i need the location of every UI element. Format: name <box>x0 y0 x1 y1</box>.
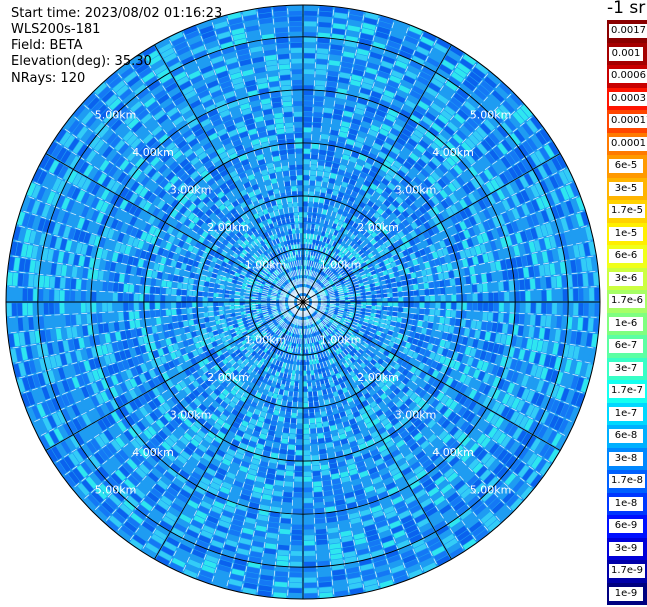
colorbar-label: 0.0017 <box>609 24 647 38</box>
station-text: WLS200s-181 <box>11 22 101 37</box>
colorbar-segment: 1e-6 <box>607 312 647 335</box>
colorbar-segment: 1.7e-8 <box>607 470 647 493</box>
colorbar-label: 1.7e-6 <box>609 294 646 308</box>
colorbar-label: 1e-8 <box>609 496 643 511</box>
colorbar-label: 3e-8 <box>609 451 643 466</box>
colorbar-segment: 1e-7 <box>607 402 647 425</box>
colorbar-label: 0.00017 <box>609 114 647 128</box>
field-text: Field: BETA <box>11 38 83 53</box>
range-label: 5.00km <box>470 484 512 497</box>
colorbar-segment: 6e-5 <box>607 155 647 178</box>
range-label: 3.00km <box>395 184 437 197</box>
colorbar-segment: 0.0017 <box>607 20 647 43</box>
range-label: 4.00km <box>432 446 474 459</box>
range-label: 2.00km <box>207 371 249 384</box>
range-label: 3.00km <box>170 409 212 422</box>
colorbar-label: 1.7e-5 <box>609 204 646 218</box>
colorbar-segment: 1.7e-6 <box>607 290 647 313</box>
colorbar-segment: 3e-7 <box>607 357 647 380</box>
colorbar-label: 1e-9 <box>609 586 643 601</box>
colorbar-label: 0.001 <box>609 46 643 61</box>
range-label: 2.00km <box>207 221 249 234</box>
colorbar-segment: 0.0006 <box>607 65 647 88</box>
colorbar-segment: 0.00017 <box>607 110 647 133</box>
colorbar-segment: 1.7e-9 <box>607 560 647 583</box>
colorbar-segment: 3e-8 <box>607 447 647 470</box>
start-time-text: Start time: 2023/08/02 01:16:23 <box>11 6 223 21</box>
colorbar-segment: 6e-6 <box>607 245 647 268</box>
colorbar-label: 1.7e-9 <box>609 564 646 578</box>
colorbar-label: 3e-9 <box>609 541 643 556</box>
colorbar-label: 0.0006 <box>609 69 647 83</box>
nrays-text: NRays: 120 <box>11 71 86 86</box>
colorbar-segment: 0.0003 <box>607 87 647 110</box>
colorbar-label: 6e-5 <box>609 159 643 173</box>
range-label: 5.00km <box>95 109 137 122</box>
colorbar-segment: 1e-8 <box>607 492 647 515</box>
range-label: 1.00km <box>245 334 287 347</box>
elevation-text: Elevation(deg): 35.30 <box>11 54 152 69</box>
colorbar-segment: 6e-8 <box>607 425 647 448</box>
range-label: 3.00km <box>395 409 437 422</box>
colorbar-label: 0.0001 <box>609 136 647 151</box>
colorbar-label: 3e-5 <box>609 181 643 196</box>
range-label: 1.00km <box>245 259 287 272</box>
colorbar-label: 1e-6 <box>609 316 643 331</box>
colorbar-label: 6e-9 <box>609 519 643 533</box>
colorbar-segment: 3e-6 <box>607 267 647 290</box>
colorbar-label: 1e-7 <box>609 406 643 421</box>
range-label: 4.00km <box>432 146 474 159</box>
range-label: 5.00km <box>470 109 512 122</box>
colorbar-segment: 0.0001 <box>607 132 647 155</box>
colorbar-label: 6e-8 <box>609 429 643 443</box>
colorbar-label: 3e-7 <box>609 361 643 376</box>
colorbar-label: 6e-7 <box>609 339 643 353</box>
colorbar-label: 6e-6 <box>609 249 643 263</box>
range-label: 2.00km <box>357 221 399 234</box>
colorbar-segment: 0.001 <box>607 42 647 65</box>
colorbar-segment: 6e-9 <box>607 515 647 538</box>
range-label: 4.00km <box>132 146 174 159</box>
ppi-plot: 1.00km 1.00km 1.00km 1.00km 2.00km 2.00km 2.00… <box>5 4 601 600</box>
range-label: 4.00km <box>132 446 174 459</box>
colorbar-segment: 1.7e-7 <box>607 380 647 403</box>
range-label: 1.00km <box>320 259 362 272</box>
colorbar-label: 1.7e-8 <box>609 474 646 488</box>
colorbar-segment: 6e-7 <box>607 335 647 358</box>
colorbar-label: 0.0003 <box>609 91 647 106</box>
colorbar-segment: 3e-9 <box>607 537 647 560</box>
colorbar-unit: -1 sr <box>607 0 646 18</box>
colorbar-label: 1e-5 <box>609 226 643 241</box>
colorbar-segment: 1e-5 <box>607 222 647 245</box>
colorbar-segment: 3e-5 <box>607 177 647 200</box>
range-label: 5.00km <box>95 484 137 497</box>
colorbar-label: 1.7e-7 <box>609 384 646 398</box>
colorbar-label: 3e-6 <box>609 271 643 286</box>
colorbar-segment: 1.7e-5 <box>607 200 647 223</box>
colorbar-segment: 1e-9 <box>607 582 647 605</box>
range-label: 2.00km <box>357 371 399 384</box>
range-label: 1.00km <box>320 334 362 347</box>
range-label: 3.00km <box>170 184 212 197</box>
